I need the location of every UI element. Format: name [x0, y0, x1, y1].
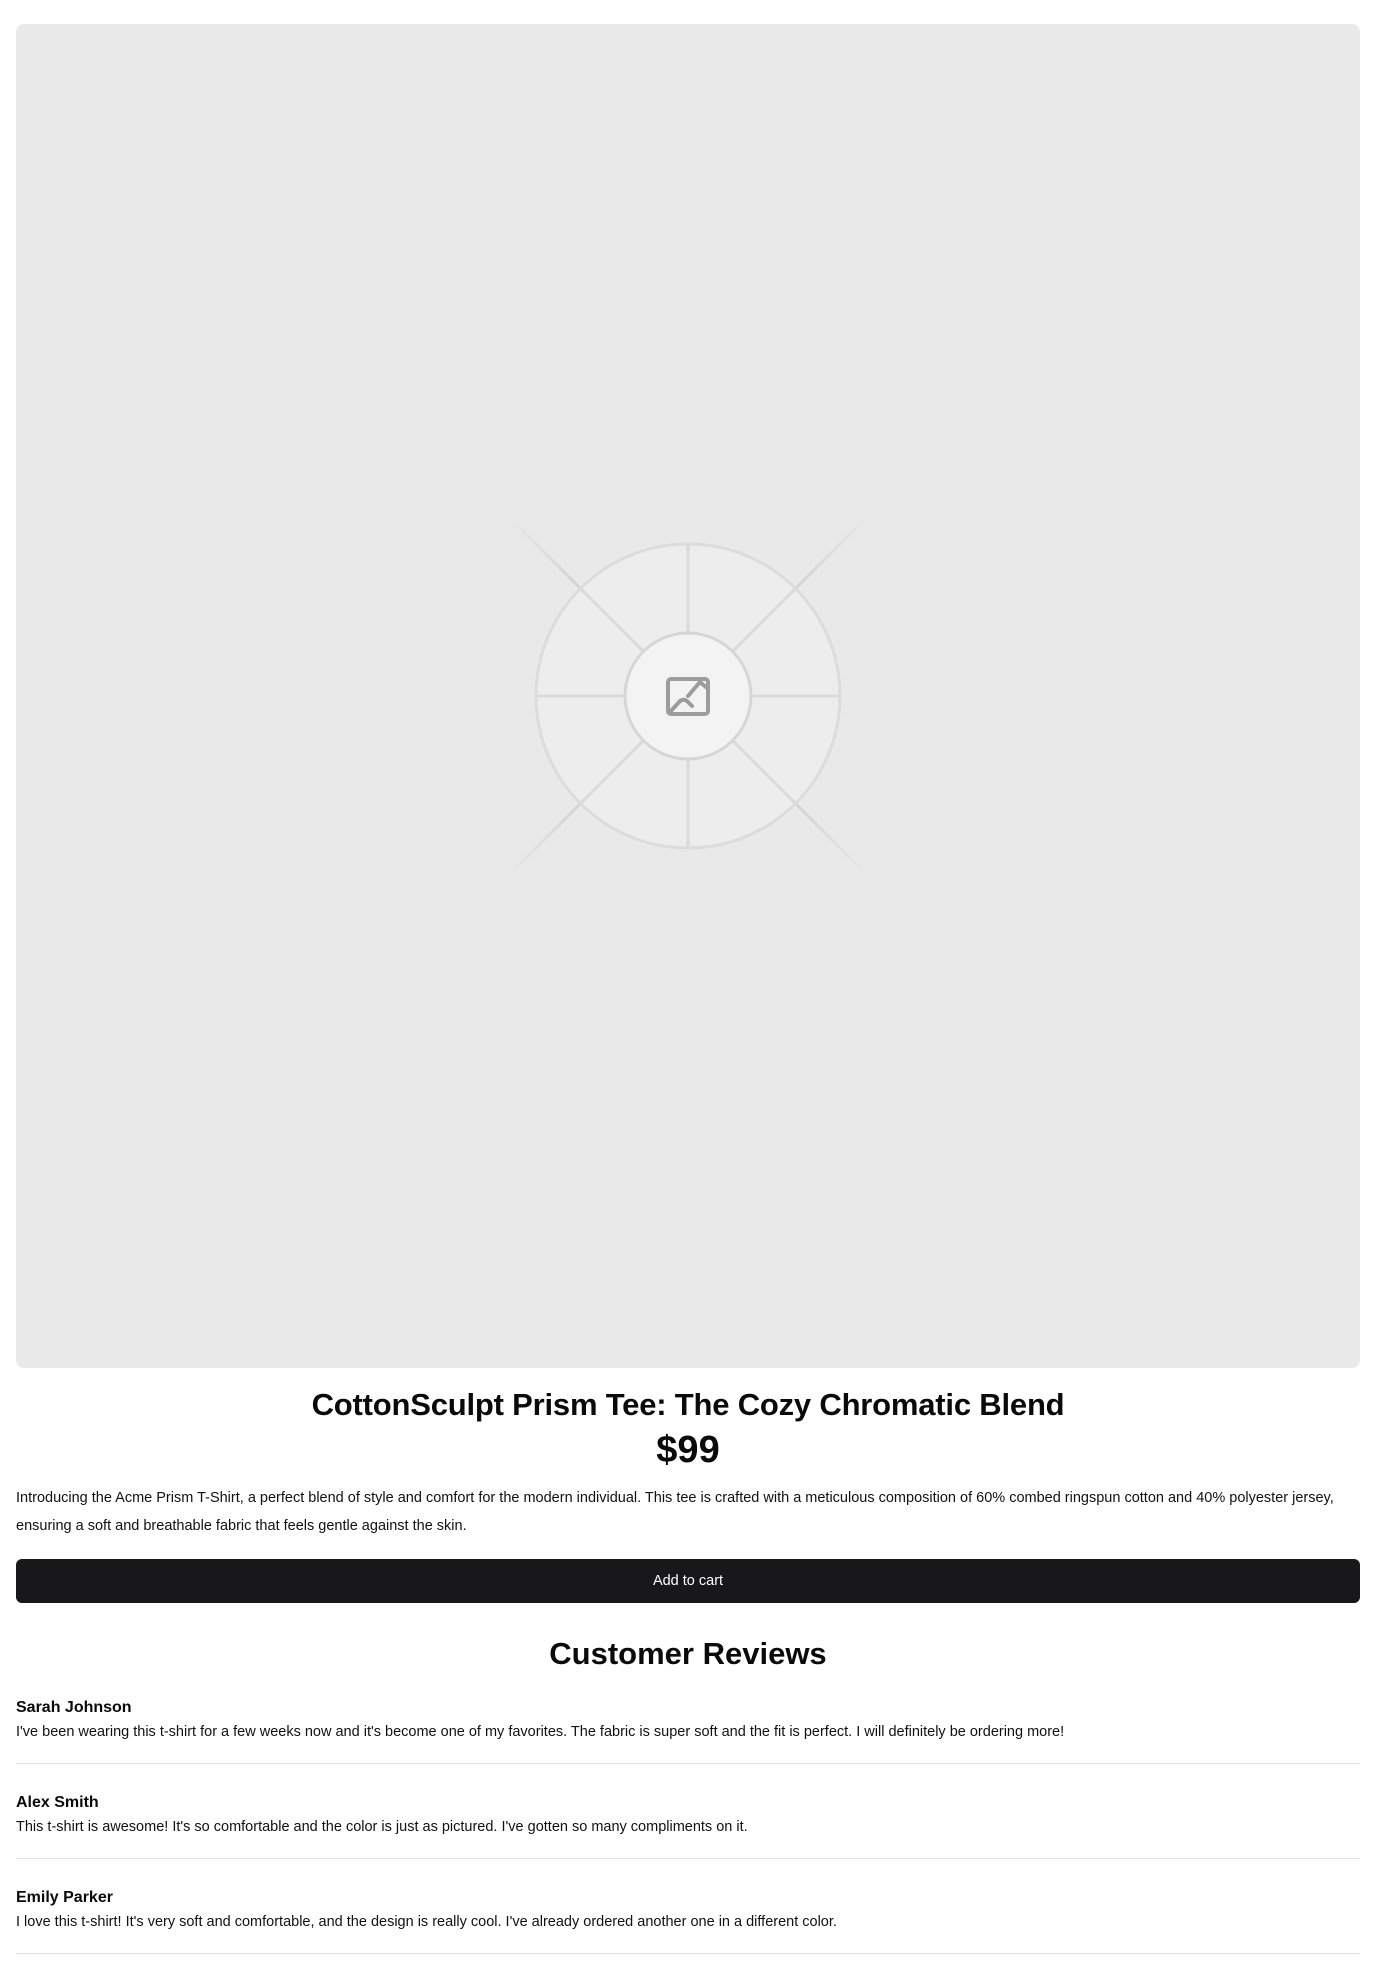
review-author: Sarah Johnson	[16, 1699, 132, 1716]
review-author: Alex Smith	[16, 1794, 99, 1811]
reviews-heading: Customer Reviews	[549, 1636, 827, 1671]
product-page: CottonSculpt Prism Tee: The Cozy Chromat…	[0, 0, 1376, 1954]
product-title: CottonSculpt Prism Tee: The Cozy Chromat…	[311, 1387, 1065, 1422]
review-text: I love this t-shirt! It's very soft and …	[16, 1914, 837, 1930]
review-text: This t-shirt is awesome! It's so comfort…	[16, 1819, 748, 1835]
review-author: Emily Parker	[16, 1889, 113, 1906]
review-item: Emily Parker I love this t-shirt! It's v…	[16, 1877, 1360, 1954]
image-placeholder-icon	[468, 476, 908, 916]
review-text: I've been wearing this t-shirt for a few…	[16, 1724, 1065, 1740]
add-to-cart-button[interactable]: Add to cart	[16, 1559, 1360, 1603]
reviews-list: Sarah Johnson I've been wearing this t-s…	[16, 1697, 1360, 1954]
review-item: Sarah Johnson I've been wearing this t-s…	[16, 1697, 1360, 1764]
product-price: $99	[656, 1429, 720, 1471]
product-description: Introducing the Acme Prism T-Shirt, a pe…	[16, 1490, 1334, 1534]
product-image	[16, 24, 1360, 1368]
review-item: Alex Smith This t-shirt is awesome! It's…	[16, 1782, 1360, 1859]
